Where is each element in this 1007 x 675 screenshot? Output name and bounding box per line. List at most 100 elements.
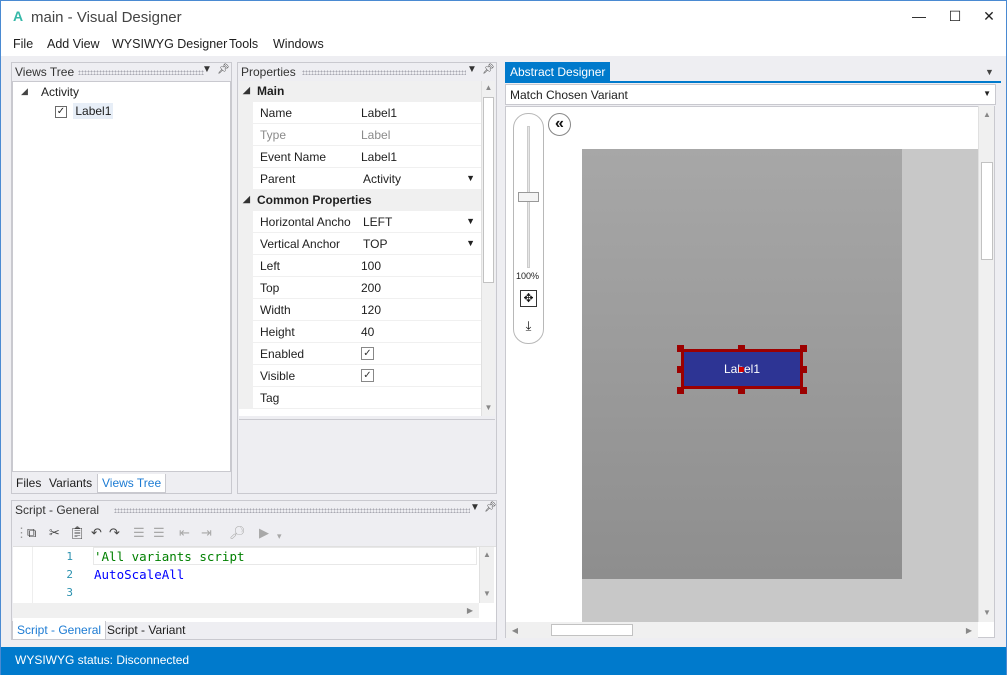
property-value[interactable]: Label1 <box>361 106 397 120</box>
tree-node-activity[interactable]: Activity <box>41 85 79 99</box>
minimize-button[interactable]: — <box>901 5 937 27</box>
scroll-up-icon[interactable]: ▲ <box>480 550 494 559</box>
editor-hscrollbar[interactable]: ▶ <box>13 603 479 618</box>
menu-windows[interactable]: Windows <box>273 37 324 51</box>
menu-wysiwyg-designer[interactable]: WYSIWYG Designer <box>112 37 227 51</box>
scroll-up-icon[interactable]: ▲ <box>482 83 495 92</box>
tree-expand-icon[interactable]: ◢ <box>21 86 28 97</box>
panel-menu-icon[interactable]: ▼ <box>202 64 212 75</box>
scroll-down-icon[interactable]: ▼ <box>980 608 994 617</box>
property-row-top[interactable]: Top 200 <box>239 277 481 299</box>
pin-icon[interactable]: 📌︎ <box>482 64 495 75</box>
resize-handle-sw[interactable] <box>677 387 684 394</box>
property-category-main[interactable]: ◢ Main <box>239 81 481 102</box>
paste-icon[interactable]: 📋︎ <box>69 525 86 541</box>
uncomment-icon[interactable]: ☰ <box>153 525 165 541</box>
property-row-tag[interactable]: Tag <box>239 387 481 409</box>
collapse-panel-button[interactable]: « <box>548 113 571 136</box>
property-row-vertical-anchor[interactable]: Vertical Anchor TOP ▼ <box>239 233 481 255</box>
editor-vscrollbar[interactable]: ▲ ▼ <box>479 547 494 603</box>
redo-icon[interactable]: ↷ <box>109 525 120 541</box>
properties-scrollbar[interactable]: ▲ ▼ <box>481 81 495 416</box>
scrollbar-thumb[interactable] <box>981 162 993 260</box>
property-row-height[interactable]: Height 40 <box>239 321 481 343</box>
scroll-up-icon[interactable]: ▲ <box>980 110 994 119</box>
tab-script-variant[interactable]: Script - Variant <box>103 621 189 640</box>
tab-list-icon[interactable]: ▼ <box>985 67 994 77</box>
zoom-slider-thumb[interactable] <box>518 192 539 202</box>
copy-icon[interactable]: ⧉ <box>27 525 36 541</box>
undo-icon[interactable]: ↶ <box>91 525 102 541</box>
collapse-icon[interactable]: ◢ <box>243 85 250 96</box>
designer-vscrollbar[interactable]: ▲ ▼ <box>978 106 994 622</box>
tab-variants[interactable]: Variants <box>45 474 96 493</box>
run-icon[interactable]: ▶ <box>259 525 269 541</box>
resize-handle-ne[interactable] <box>800 345 807 352</box>
property-row-name[interactable]: Name Label1 <box>239 102 481 124</box>
center-move-handle[interactable] <box>739 367 744 372</box>
property-row-event-name[interactable]: Event Name Label1 <box>239 146 481 168</box>
dropdown-arrow-icon[interactable]: ▼ <box>466 173 475 183</box>
scroll-down-icon[interactable]: ▼ <box>480 589 494 598</box>
outdent-icon[interactable]: ⇤ <box>179 525 190 541</box>
collapse-icon[interactable]: ◢ <box>243 194 250 205</box>
tab-views-tree[interactable]: Views Tree <box>97 474 167 493</box>
menu-add-view[interactable]: Add View <box>47 37 100 51</box>
resize-handle-nw[interactable] <box>677 345 684 352</box>
property-value[interactable]: 100 <box>361 259 381 273</box>
menu-tools[interactable]: Tools <box>229 37 258 51</box>
panel-menu-icon[interactable]: ▼ <box>467 64 477 75</box>
variant-select[interactable]: Match Chosen Variant ▼ <box>505 84 996 105</box>
chevron-down-icon[interactable]: ▼ <box>983 89 991 98</box>
code-editor[interactable]: 1 'All variants script 2 AutoScaleAll 3 … <box>13 546 496 622</box>
resize-handle-e[interactable] <box>800 366 807 373</box>
cut-icon[interactable]: ✂ <box>49 525 60 541</box>
pin-icon[interactable]: 📌︎ <box>217 64 230 75</box>
property-value[interactable]: TOP <box>363 237 387 251</box>
enabled-checkbox[interactable]: ✓ <box>361 347 374 360</box>
pin-icon[interactable]: 📌︎ <box>484 502 497 513</box>
fit-to-screen-icon[interactable]: ✥ <box>520 290 537 307</box>
tab-script-general[interactable]: Script - General <box>12 621 107 640</box>
tree-node-checkbox[interactable]: ✓ <box>55 105 67 118</box>
property-row-enabled[interactable]: Enabled ✓ <box>239 343 481 365</box>
scroll-right-icon[interactable]: ▶ <box>465 606 475 615</box>
designer-hscrollbar[interactable]: ◀ ▶ <box>506 622 978 638</box>
drag-grip[interactable] <box>302 70 466 75</box>
tree-node-label1[interactable]: ✓ Label1 <box>55 103 114 119</box>
overflow-icon[interactable]: ▾ <box>277 531 282 542</box>
scrollbar-thumb[interactable] <box>551 624 633 636</box>
property-value[interactable]: 120 <box>361 303 381 317</box>
property-row-visible[interactable]: Visible ✓ <box>239 365 481 387</box>
tab-files[interactable]: Files <box>12 474 45 493</box>
panel-menu-icon[interactable]: ▼ <box>470 502 480 513</box>
property-value[interactable]: 200 <box>361 281 381 295</box>
indent-icon[interactable]: ⇥ <box>201 525 212 541</box>
resize-handle-s[interactable] <box>738 387 745 394</box>
maximize-button[interactable]: ☐ <box>937 5 973 27</box>
visible-checkbox[interactable]: ✓ <box>361 369 374 382</box>
download-icon[interactable]: ⤓ <box>520 317 537 334</box>
close-button[interactable]: ✕ <box>971 5 1007 27</box>
property-value[interactable]: Label1 <box>361 150 397 164</box>
property-row-horizontal-anchor[interactable]: Horizontal Ancho LEFT ▼ <box>239 211 481 233</box>
drag-grip[interactable] <box>114 508 470 513</box>
find-icon[interactable]: 🔎︎ <box>229 525 246 541</box>
property-value[interactable]: Activity <box>363 172 401 186</box>
property-value[interactable]: LEFT <box>363 215 392 229</box>
resize-handle-se[interactable] <box>800 387 807 394</box>
dropdown-arrow-icon[interactable]: ▼ <box>466 238 475 248</box>
comment-icon[interactable]: ☰ <box>133 525 145 541</box>
property-row-left[interactable]: Left 100 <box>239 255 481 277</box>
drag-grip[interactable] <box>78 70 204 75</box>
scroll-left-icon[interactable]: ◀ <box>510 626 520 635</box>
property-row-parent[interactable]: Parent Activity ▼ <box>239 168 481 190</box>
code-line[interactable]: AutoScaleAll <box>94 567 184 585</box>
property-value[interactable]: 40 <box>361 325 374 339</box>
property-row-width[interactable]: Width 120 <box>239 299 481 321</box>
resize-handle-w[interactable] <box>677 366 684 373</box>
scroll-right-icon[interactable]: ▶ <box>964 626 974 635</box>
property-category-common[interactable]: ◢ Common Properties <box>239 190 481 211</box>
dropdown-arrow-icon[interactable]: ▼ <box>466 216 475 226</box>
scroll-down-icon[interactable]: ▼ <box>482 403 495 412</box>
